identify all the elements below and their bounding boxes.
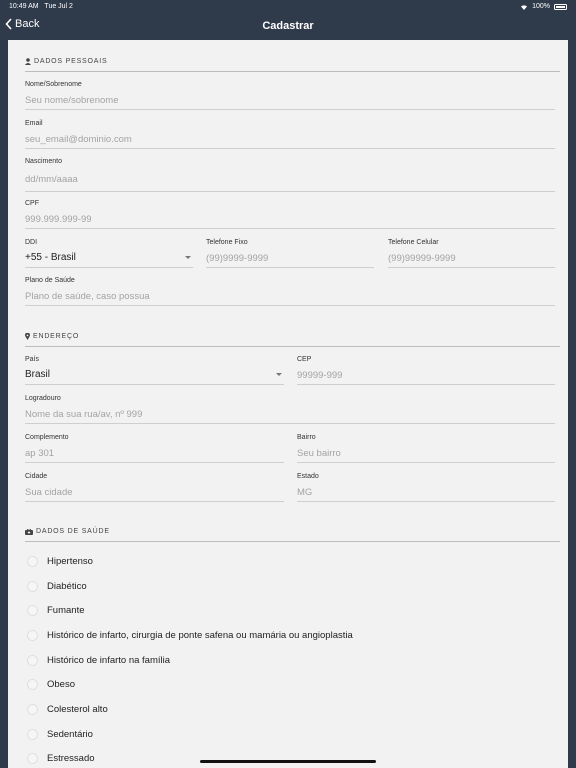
dropdown-arrow-icon [276, 373, 282, 376]
section-health: DADOS DE SAÚDE [25, 528, 560, 542]
cep-label: CEP [297, 356, 312, 363]
name-input[interactable] [25, 91, 555, 110]
street-field: Logradouro [25, 395, 555, 424]
ddi-label: DDI [25, 239, 38, 246]
country-select[interactable]: Brasil [25, 365, 284, 385]
radio-circle[interactable] [27, 629, 38, 641]
city-input[interactable] [25, 483, 284, 502]
radio-circle[interactable] [27, 605, 38, 617]
section-title-personal: DADOS PESSOAIS [25, 58, 560, 72]
battery-icon [554, 3, 567, 10]
email-input[interactable] [25, 130, 555, 149]
section-personal: DADOS PESSOAIS [25, 58, 560, 72]
dropdown-arrow-icon [185, 256, 191, 259]
country-field: País Brasil [25, 356, 284, 385]
section-title-address: ENDEREÇO [25, 333, 560, 347]
cpf-input[interactable] [25, 210, 555, 229]
section-address: ENDEREÇO [25, 333, 560, 347]
cpf-label: CPF [25, 200, 39, 207]
radio-circle[interactable] [27, 753, 38, 765]
country-value: Brasil [25, 369, 51, 380]
mobile-label: Telefone Celular [388, 239, 439, 246]
district-field: Bairro [297, 434, 555, 463]
health-option[interactable]: Estressado [25, 747, 560, 768]
status-bar: 10:49 AM Tue Jul 2 100% [0, 0, 576, 14]
plan-input[interactable] [25, 287, 555, 306]
name-field: Nome/Sobrenome [25, 81, 555, 110]
radio-circle[interactable] [27, 728, 38, 740]
health-option[interactable]: Obeso [25, 672, 560, 697]
complement-label: Complemento [25, 434, 69, 441]
cep-field: CEP [297, 356, 555, 385]
country-label: País [25, 356, 40, 363]
form-sheet: DADOS PESSOAIS Nome/Sobrenome Email Nasc… [8, 40, 568, 768]
city-label: Cidade [25, 473, 48, 480]
mobile-input[interactable] [388, 249, 555, 268]
navigation-bar: Back Cadastrar [0, 14, 576, 40]
health-option[interactable]: Hipertenso [25, 549, 560, 574]
radio-circle[interactable] [27, 703, 38, 715]
plan-field: Plano de Saúde [25, 277, 555, 306]
birth-field: Nascimento [25, 158, 555, 192]
email-label: Email [25, 120, 43, 127]
health-checklist: Hipertenso Diabético Fumante Histórico d… [25, 549, 560, 768]
radio-circle[interactable] [27, 580, 38, 592]
state-field: Estado [297, 473, 555, 502]
radio-circle[interactable] [27, 555, 38, 567]
ddi-field: DDI +55 - Brasil [25, 239, 193, 268]
home-indicator[interactable] [200, 760, 376, 763]
health-option[interactable]: Histórico de infarto, cirurgia de ponte … [25, 623, 560, 648]
complement-input[interactable] [25, 444, 284, 463]
birth-label: Nascimento [25, 158, 62, 165]
district-input[interactable] [297, 444, 555, 463]
radio-circle[interactable] [27, 654, 38, 666]
cep-input[interactable] [297, 366, 555, 385]
email-field: Email [25, 120, 555, 149]
city-field: Cidade [25, 473, 284, 502]
location-pin-icon [25, 333, 30, 340]
street-label: Logradouro [25, 395, 61, 402]
health-option[interactable]: Colesterol alto [25, 697, 560, 722]
battery-percent: 100% [532, 3, 550, 10]
section-title-health: DADOS DE SAÚDE [25, 528, 560, 542]
name-label: Nome/Sobrenome [25, 81, 82, 88]
district-label: Bairro [297, 434, 316, 441]
user-icon [25, 58, 31, 65]
phone-label: Telefone Fixo [206, 239, 248, 246]
complement-field: Complemento [25, 434, 284, 463]
birth-input[interactable] [25, 170, 555, 189]
cpf-field: CPF [25, 200, 555, 229]
phone-input[interactable] [206, 249, 374, 268]
street-input[interactable] [25, 405, 555, 424]
state-label: Estado [297, 473, 319, 480]
phone-field: Telefone Fixo [206, 239, 374, 268]
health-option[interactable]: Diabético [25, 574, 560, 599]
ddi-select[interactable]: +55 - Brasil [25, 248, 193, 268]
mobile-field: Telefone Celular [388, 239, 555, 268]
health-option[interactable]: Fumante [25, 598, 560, 623]
ddi-value: +55 - Brasil [25, 252, 76, 263]
state-input[interactable] [297, 483, 555, 502]
health-option[interactable]: Sedentário [25, 722, 560, 747]
status-time: 10:49 AM Tue Jul 2 [9, 3, 73, 10]
medical-kit-icon [25, 528, 33, 535]
wifi-icon [521, 4, 528, 10]
plan-label: Plano de Saúde [25, 277, 75, 284]
health-option[interactable]: Histórico de infarto na família [25, 648, 560, 673]
status-right: 100% [520, 3, 567, 10]
page-title: Cadastrar [262, 20, 314, 32]
radio-circle[interactable] [27, 679, 38, 691]
